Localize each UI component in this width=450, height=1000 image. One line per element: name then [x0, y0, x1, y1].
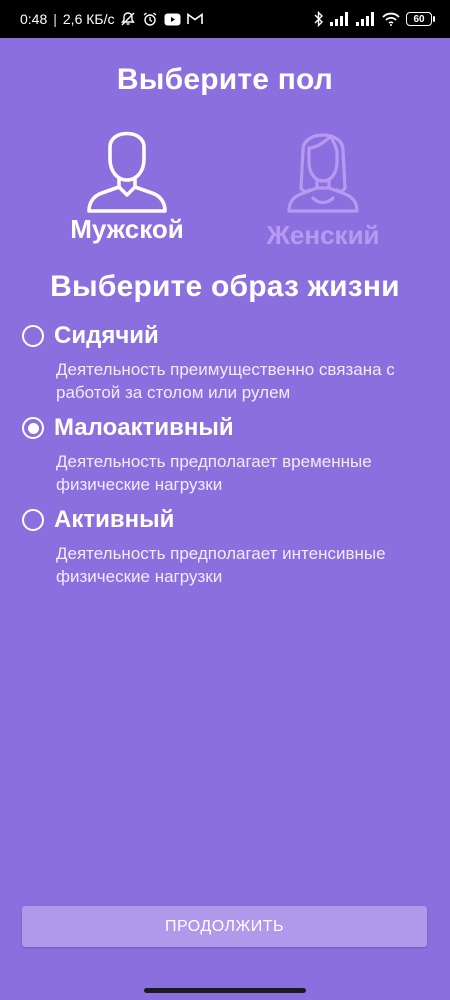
gmail-icon	[187, 13, 204, 25]
mute-bell-icon	[120, 11, 136, 27]
radio-button[interactable]	[22, 509, 44, 531]
gender-title: Выберите пол	[116, 63, 334, 96]
battery-level: 60	[413, 13, 425, 25]
wifi-icon	[382, 12, 400, 26]
lifestyle-option-sedentary[interactable]: Сидячий Деятельность преимущественно свя…	[22, 322, 432, 404]
youtube-icon	[164, 13, 181, 26]
lifestyle-title: Выберите образ жизни	[50, 270, 400, 303]
radio-description: Деятельность преимущественно связана с р…	[56, 360, 395, 402]
radio-label: Активный	[54, 506, 175, 533]
continue-button[interactable]: ПРОДОЛЖИТЬ	[22, 906, 427, 947]
radio-row: Сидячий	[22, 322, 432, 350]
gender-label-female: Женский	[266, 220, 380, 250]
female-avatar-icon	[287, 133, 359, 213]
alarm-icon	[142, 11, 158, 27]
radio-description: Деятельность предполагает интенсивные фи…	[56, 544, 386, 586]
status-time: 0:48	[20, 11, 48, 27]
lifestyle-option-low-active[interactable]: Малоактивный Деятельность предполагает в…	[22, 414, 432, 496]
gender-label-male: Мужской	[70, 214, 184, 244]
male-avatar-icon	[87, 131, 167, 213]
navigation-handle[interactable]	[144, 988, 306, 993]
gender-option-male[interactable]: Мужской	[42, 118, 212, 245]
status-bar: 0:48 | 2,6 КБ/с 60	[0, 0, 450, 38]
radio-row: Малоактивный	[22, 414, 432, 442]
signal-icon	[356, 12, 376, 26]
battery-icon: 60	[406, 12, 435, 26]
radio-label: Малоактивный	[54, 414, 234, 441]
signal-icon	[330, 12, 350, 26]
status-separator: |	[53, 11, 57, 27]
radio-label: Сидячий	[54, 322, 159, 349]
radio-row: Активный	[22, 506, 432, 534]
radio-button[interactable]	[22, 417, 44, 439]
status-left: 0:48 | 2,6 КБ/с	[20, 11, 204, 27]
gender-option-female[interactable]: Женский	[238, 118, 408, 251]
radio-description: Деятельность предполагает временные физи…	[56, 452, 372, 494]
network-speed: 2,6 КБ/с	[62, 11, 115, 27]
lifestyle-option-active[interactable]: Активный Деятельность предполагает интен…	[22, 506, 432, 588]
radio-dot	[27, 422, 39, 434]
radio-button[interactable]	[22, 325, 44, 347]
bluetooth-icon	[314, 11, 324, 27]
status-right: 60	[314, 11, 435, 27]
